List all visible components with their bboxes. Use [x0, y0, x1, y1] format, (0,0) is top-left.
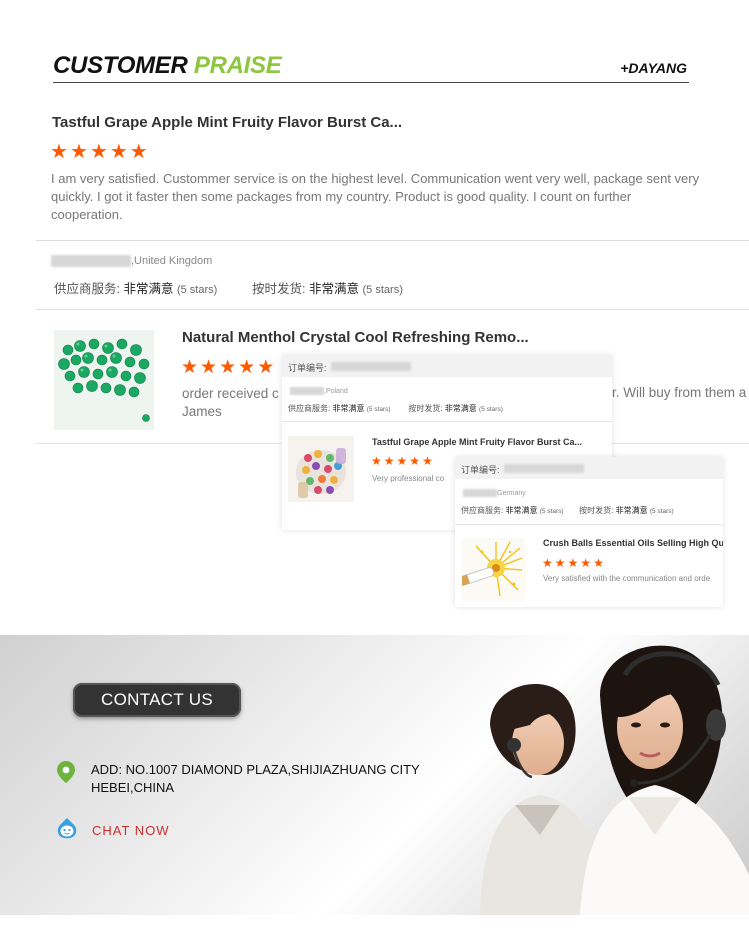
review-product-title[interactable]: Natural Menthol Crystal Cool Refreshing … — [182, 329, 529, 346]
blurred-username — [290, 387, 324, 395]
review-rating-stars: ★ ★ ★ ★ ★ — [181, 358, 274, 377]
star-icon: ★ — [593, 556, 604, 570]
review-text: order received c James — [182, 385, 279, 421]
order-number-bar: 订单编号: — [282, 355, 612, 377]
review-text: Very professional co — [372, 474, 445, 483]
title-word-customer: CUSTOMER — [53, 52, 188, 79]
star-icon: ★ — [257, 357, 275, 378]
review-screenshot-card-3: 订单编号: Germany 供应商服务: 非常满意 (5 stars) 按时发货… — [455, 457, 723, 607]
service-label: 供应商服务: — [54, 282, 120, 296]
review-rating-stars: ★ ★ ★ ★ ★ — [371, 455, 433, 467]
customer-praise-header: CUSTOMER PRAISE +DAYANG — [53, 50, 689, 83]
service-ratings: 供应商服务: 非常满意 (5 stars) 按时发货: 非常满意 (5 star… — [288, 403, 503, 414]
title-word-praise: PRAISE — [193, 52, 282, 79]
star-icon: ★ — [69, 141, 88, 163]
service-value: 非常满意 — [123, 282, 174, 296]
service-stars-text: (5 stars) — [176, 284, 218, 296]
review-rating-stars: ★ ★ ★ ★ ★ — [50, 142, 148, 162]
blurred-username — [51, 255, 131, 267]
star-icon: ★ — [409, 454, 421, 468]
product-thumbnail-capsules[interactable] — [288, 436, 354, 502]
star-icon: ★ — [396, 454, 408, 468]
blurred-order-number — [503, 464, 584, 473]
shipping-value: 非常满意 — [615, 506, 648, 515]
address-line-1: ADD: NO.1007 DIAMOND PLAZA,SHIJIAZHUANG … — [91, 762, 420, 777]
service-ratings: 供应商服务: 非常满意 (5 stars) 按时发货: 非常满意 (5 star… — [54, 278, 403, 297]
blurred-username — [463, 489, 497, 497]
shipping-label: 按时发货: — [252, 282, 306, 296]
star-icon: ★ — [238, 357, 256, 378]
contact-us-button[interactable]: CONTACT US — [73, 683, 241, 717]
reviewer-info-box: ,United Kingdom 供应商服务: 非常满意 (5 stars) 按时… — [36, 240, 749, 310]
location-pin-icon — [57, 761, 75, 783]
product-thumbnail-green-beads[interactable] — [54, 330, 154, 430]
star-icon: ★ — [129, 141, 148, 163]
shipping-stars-text: (5 stars) — [649, 508, 674, 515]
chat-bubble-icon[interactable] — [55, 817, 79, 841]
brand-name: +DAYANG — [620, 60, 687, 76]
reviewer-country: ,Poland — [324, 387, 348, 395]
divider — [455, 524, 723, 525]
star-icon: ★ — [200, 357, 218, 378]
chat-now-link[interactable]: CHAT NOW — [92, 823, 170, 838]
review-text: I am very satisfied. Custommer service i… — [51, 171, 700, 222]
reviewer-country: ,United Kingdom — [131, 255, 213, 267]
review-text: Very satisfied with the communication an… — [543, 574, 711, 583]
divider — [282, 421, 612, 422]
service-label: 供应商服务: — [288, 404, 331, 413]
customer-service-agents-image — [480, 645, 749, 915]
review-product-title[interactable]: Tastful Grape Apple Mint Fruity Flavor B… — [52, 114, 402, 131]
service-stars-text: (5 stars) — [539, 508, 564, 515]
order-number-label: 订单编号: — [461, 465, 500, 475]
star-icon: ★ — [50, 141, 68, 163]
star-icon: ★ — [580, 556, 592, 570]
shipping-label: 按时发货: — [408, 404, 443, 413]
reviewer-name: James — [182, 404, 222, 419]
star-icon: ★ — [109, 141, 128, 163]
review-text-tail: r. Will buy from them a — [612, 385, 747, 400]
star-icon: ★ — [89, 141, 108, 163]
review-product-title[interactable]: Tastful Grape Apple Mint Fruity Flavor B… — [372, 437, 582, 447]
company-address: ADD: NO.1007 DIAMOND PLAZA,SHIJIAZHUANG … — [91, 761, 420, 797]
service-ratings: 供应商服务: 非常满意 (5 stars) 按时发货: 非常满意 (5 star… — [461, 505, 674, 516]
review-product-title[interactable]: Crush Balls Essential Oils Selling High … — [543, 538, 723, 548]
review-text-line: order received c — [182, 386, 279, 401]
order-number-label: 订单编号: — [288, 363, 327, 373]
service-label: 供应商服务: — [461, 506, 504, 515]
address-line-2: HEBEI,CHINA — [91, 780, 175, 795]
star-icon: ★ — [181, 357, 199, 378]
star-icon: ★ — [554, 556, 566, 570]
star-icon: ★ — [567, 556, 579, 570]
shipping-value: 非常满意 — [444, 404, 477, 413]
section-title: CUSTOMER PRAISE — [53, 52, 282, 80]
shipping-stars-text: (5 stars) — [479, 406, 503, 413]
star-icon: ★ — [383, 454, 395, 468]
reviewer-location: Germany — [463, 489, 526, 497]
order-number-bar: 订单编号: — [455, 457, 723, 479]
review-rating-stars: ★ ★ ★ ★ ★ — [542, 557, 604, 569]
shipping-stars-text: (5 stars) — [362, 284, 403, 296]
blurred-order-number — [330, 362, 411, 371]
shipping-value: 非常满意 — [309, 282, 360, 296]
reviewer-location: ,Poland — [290, 387, 348, 395]
star-icon: ★ — [219, 357, 237, 378]
service-value: 非常满意 — [332, 404, 365, 413]
product-thumbnail-burst-capsule[interactable] — [462, 538, 525, 601]
reviewer-location: ,United Kingdom — [51, 255, 212, 267]
service-stars-text: (5 stars) — [366, 406, 391, 413]
star-icon: ★ — [542, 556, 553, 570]
star-icon: ★ — [422, 454, 433, 468]
star-icon: ★ — [371, 454, 382, 468]
shipping-label: 按时发货: — [579, 506, 614, 515]
reviewer-country: Germany — [497, 489, 526, 497]
contact-section: CONTACT US ADD: NO.1007 DIAMOND PLAZA,SH… — [0, 635, 749, 915]
service-value: 非常满意 — [505, 506, 538, 515]
